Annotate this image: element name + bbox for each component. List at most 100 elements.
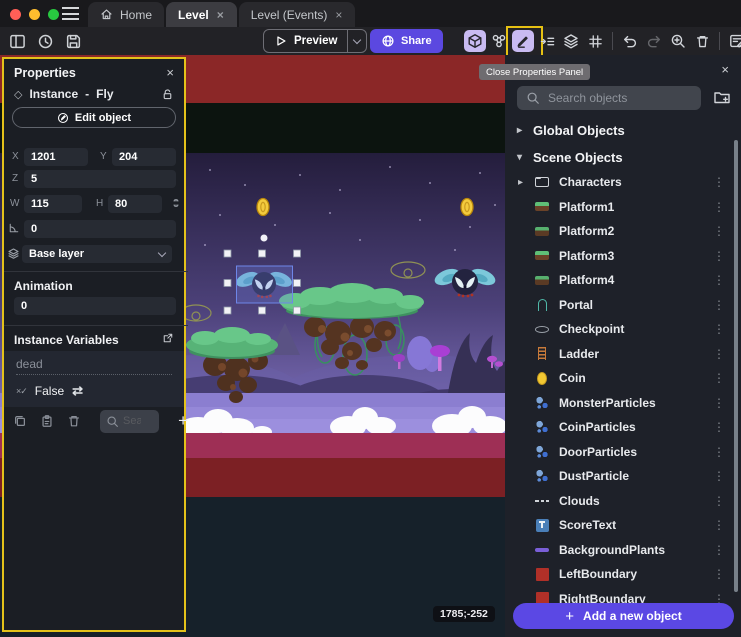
history-icon[interactable] bbox=[36, 32, 54, 50]
objects-panel: Objects × ▸ Global Objects ▾ Scene Objec… bbox=[505, 55, 741, 637]
kebab-menu-icon[interactable]: ⋮ bbox=[713, 200, 725, 214]
close-tab-icon[interactable]: × bbox=[216, 8, 225, 22]
tab-home[interactable]: Home bbox=[88, 2, 164, 27]
group-global-objects[interactable]: ▸ Global Objects bbox=[505, 119, 733, 141]
object-row-platform3[interactable]: Platform3 ⋮ bbox=[505, 244, 733, 268]
animation-input[interactable] bbox=[14, 297, 176, 315]
add-object-button[interactable]: + Add a new object bbox=[513, 603, 734, 629]
w-input[interactable] bbox=[24, 195, 82, 213]
tooltip: Close Properties Panel bbox=[479, 64, 590, 80]
kebab-menu-icon[interactable]: ⋮ bbox=[713, 347, 725, 361]
object-row-ladder[interactable]: Ladder ⋮ bbox=[505, 342, 733, 366]
edit-object-button[interactable]: Edit object bbox=[12, 107, 176, 128]
close-icon[interactable]: × bbox=[721, 62, 729, 77]
group-scene-objects[interactable]: ▾ Scene Objects bbox=[505, 146, 733, 168]
instances-list-icon[interactable] bbox=[536, 30, 558, 52]
layers-icon[interactable] bbox=[560, 30, 582, 52]
object-row-backgroundplants[interactable]: BackgroundPlants ⋮ bbox=[505, 538, 733, 562]
caret-right-icon[interactable]: ▸ bbox=[518, 177, 523, 188]
aspect-ratio-link-icon[interactable] bbox=[170, 197, 182, 209]
add-folder-icon[interactable] bbox=[713, 88, 731, 106]
delete-icon[interactable] bbox=[691, 30, 713, 52]
preview-button[interactable]: Preview bbox=[263, 29, 367, 53]
add-variable-button[interactable]: + bbox=[178, 411, 188, 431]
tab-level-events[interactable]: Level (Events) × bbox=[239, 2, 356, 27]
object-row-portal[interactable]: Portal ⋮ bbox=[505, 293, 733, 317]
share-button[interactable]: Share bbox=[370, 29, 443, 53]
globe-icon bbox=[381, 34, 395, 48]
maximize-window-button[interactable] bbox=[48, 9, 59, 20]
angle-input[interactable] bbox=[24, 220, 176, 238]
paste-icon[interactable] bbox=[40, 414, 54, 428]
layer-select[interactable]: Base layer bbox=[22, 245, 172, 263]
main-menu-icon[interactable] bbox=[62, 7, 79, 20]
object-row-platform1[interactable]: Platform1 ⋮ bbox=[505, 195, 733, 219]
events-sheet-icon[interactable] bbox=[726, 30, 741, 52]
object-row-coinparticles[interactable]: CoinParticles ⋮ bbox=[505, 415, 733, 439]
kebab-menu-icon[interactable]: ⋮ bbox=[713, 543, 725, 557]
objects-search[interactable] bbox=[517, 86, 701, 110]
redo-icon[interactable] bbox=[643, 30, 665, 52]
object-row-coin[interactable]: Coin ⋮ bbox=[505, 366, 733, 390]
kebab-menu-icon[interactable]: ⋮ bbox=[713, 518, 725, 532]
variable-name[interactable]: dead bbox=[16, 357, 172, 375]
scrollbar[interactable] bbox=[734, 140, 738, 592]
close-tab-icon[interactable]: × bbox=[334, 8, 343, 22]
kebab-menu-icon[interactable]: ⋮ bbox=[713, 322, 725, 336]
toggle-value-icon[interactable]: ⇄ bbox=[72, 383, 83, 399]
close-icon[interactable]: × bbox=[166, 65, 174, 80]
close-window-button[interactable] bbox=[10, 9, 21, 20]
object-row-checkpoint[interactable]: Checkpoint ⋮ bbox=[505, 317, 733, 341]
zoom-in-icon[interactable] bbox=[667, 30, 689, 52]
3d-view-icon[interactable] bbox=[464, 30, 486, 52]
kebab-menu-icon[interactable]: ⋮ bbox=[713, 494, 725, 508]
kebab-menu-icon[interactable]: ⋮ bbox=[713, 445, 725, 459]
object-row-dustparticle[interactable]: DustParticle ⋮ bbox=[505, 464, 733, 488]
object-row-clouds[interactable]: Clouds ⋮ bbox=[505, 489, 733, 513]
variables-search-input[interactable] bbox=[123, 415, 141, 427]
x-input[interactable] bbox=[24, 148, 88, 166]
coin-sprite[interactable] bbox=[461, 199, 473, 216]
kebab-menu-icon[interactable]: ⋮ bbox=[713, 249, 725, 263]
kebab-menu-icon[interactable]: ⋮ bbox=[713, 396, 725, 410]
kebab-menu-icon[interactable]: ⋮ bbox=[713, 298, 725, 312]
object-row-scoretext[interactable]: ScoreText ⋮ bbox=[505, 513, 733, 537]
tab-level[interactable]: Level × bbox=[166, 2, 237, 27]
unlock-icon[interactable] bbox=[161, 88, 174, 101]
angle-icon bbox=[8, 222, 20, 234]
coin-sprite[interactable] bbox=[257, 199, 269, 216]
y-input[interactable] bbox=[112, 148, 176, 166]
delete-variable-icon[interactable] bbox=[67, 414, 81, 428]
save-icon[interactable] bbox=[64, 32, 82, 50]
kebab-menu-icon[interactable]: ⋮ bbox=[713, 371, 725, 385]
object-row-doorparticles[interactable]: DoorParticles ⋮ bbox=[505, 440, 733, 464]
object-row-characters[interactable]: ▸ Characters ⋮ bbox=[505, 170, 733, 194]
object-row-monsterparticles[interactable]: MonsterParticles ⋮ bbox=[505, 391, 733, 415]
preview-dropdown-icon[interactable] bbox=[348, 39, 366, 43]
kebab-menu-icon[interactable]: ⋮ bbox=[713, 273, 725, 287]
variable-row[interactable]: dead ×✓ False ⇄ bbox=[4, 351, 184, 407]
x-label: X bbox=[12, 151, 19, 162]
object-row-platform2[interactable]: Platform2 ⋮ bbox=[505, 219, 733, 243]
toggle-panels-icon[interactable] bbox=[8, 32, 26, 50]
object-row-platform4[interactable]: Platform4 ⋮ bbox=[505, 268, 733, 292]
kebab-menu-icon[interactable]: ⋮ bbox=[713, 567, 725, 581]
kebab-menu-icon[interactable]: ⋮ bbox=[713, 420, 725, 434]
copy-icon[interactable] bbox=[13, 414, 27, 428]
edit-properties-icon[interactable] bbox=[512, 30, 534, 52]
z-input[interactable] bbox=[24, 170, 176, 188]
grid-icon[interactable] bbox=[584, 30, 606, 52]
kebab-menu-icon[interactable]: ⋮ bbox=[713, 469, 725, 483]
variables-search[interactable] bbox=[100, 410, 159, 433]
properties-title: Properties bbox=[14, 66, 76, 80]
h-input[interactable] bbox=[108, 195, 162, 213]
variable-value[interactable]: False bbox=[35, 384, 64, 398]
minimize-window-button[interactable] bbox=[29, 9, 40, 20]
kebab-menu-icon[interactable]: ⋮ bbox=[713, 175, 725, 189]
objects-groups-icon[interactable] bbox=[488, 30, 510, 52]
undo-icon[interactable] bbox=[619, 30, 641, 52]
kebab-menu-icon[interactable]: ⋮ bbox=[713, 224, 725, 238]
object-row-leftboundary[interactable]: LeftBoundary ⋮ bbox=[505, 562, 733, 586]
objects-search-input[interactable] bbox=[548, 91, 703, 105]
open-variables-icon[interactable] bbox=[162, 332, 174, 344]
